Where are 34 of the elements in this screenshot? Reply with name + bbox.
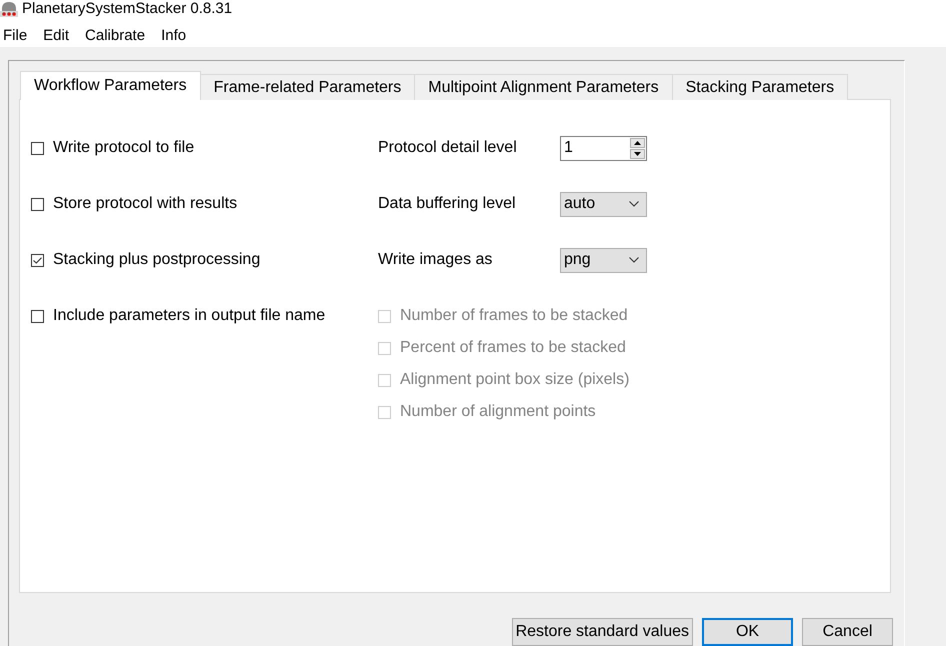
menu-item[interactable]: Edit [43, 26, 70, 44]
tab[interactable]: Frame-related Parameters [200, 74, 416, 100]
menu-item[interactable]: Calibrate [85, 26, 146, 44]
dropdown[interactable]: auto [560, 192, 647, 216]
spin-down-button[interactable] [630, 148, 645, 158]
chevron-down-icon [629, 257, 639, 263]
tab[interactable]: Multipoint Alignment Parameters [414, 74, 673, 100]
tab[interactable]: Stacking Parameters [672, 74, 848, 100]
menu-item[interactable]: File [3, 26, 28, 44]
checkbox[interactable] [31, 310, 44, 322]
setting-label: Protocol detail level [378, 139, 518, 157]
down-triangle-icon [634, 152, 641, 156]
checkbox[interactable] [31, 198, 44, 210]
dialog-button[interactable]: Restore standard values [512, 618, 693, 646]
chevron-down-icon [629, 201, 639, 207]
check-icon [33, 256, 42, 264]
checkbox-label[interactable]: Store protocol with results [53, 195, 238, 213]
checkbox-label[interactable]: Stacking plus postprocessing [53, 251, 260, 269]
dialog-button[interactable]: Cancel [802, 618, 893, 646]
checkbox[interactable] [31, 254, 44, 266]
setting-label: Data buffering level [378, 195, 517, 213]
tab[interactable]: Workflow Parameters [20, 71, 201, 100]
app-icon [0, 0, 18, 17]
up-triangle-icon [634, 140, 641, 144]
checkbox[interactable] [31, 142, 44, 154]
dialog-button[interactable]: OK [702, 618, 793, 646]
checkbox-label[interactable]: Write protocol to file [53, 139, 194, 157]
dropdown[interactable]: png [560, 248, 647, 272]
spin-box[interactable]: 1 [560, 136, 647, 160]
checkbox-label[interactable]: Include parameters in output file name [53, 307, 326, 325]
menu-item[interactable]: Info [161, 26, 186, 44]
window-title: PlanetarySystemStacker 0.8.31 [22, 0, 232, 17]
setting-label: Write images as [378, 251, 494, 269]
spin-up-button[interactable] [630, 138, 645, 148]
